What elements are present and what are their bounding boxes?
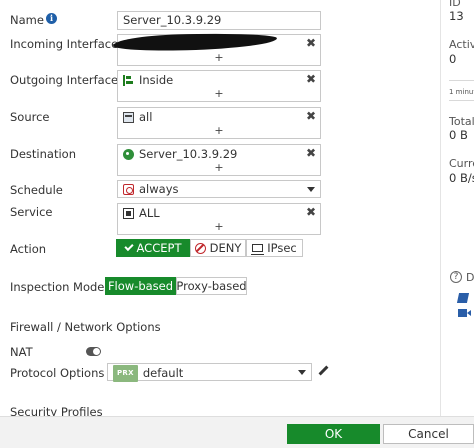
help-icon[interactable]: ? xyxy=(450,271,462,283)
proxy-based-button[interactable]: Proxy-based xyxy=(176,277,247,295)
destination-label: Destination xyxy=(10,147,76,161)
schedule-icon xyxy=(123,184,134,195)
video-icon[interactable] xyxy=(458,309,471,317)
add-icon[interactable]: + xyxy=(118,88,320,100)
total-bytes-value: 0 B xyxy=(449,128,468,142)
ipsec-label: IPsec xyxy=(267,241,297,255)
remove-icon[interactable]: ✖ xyxy=(306,205,316,219)
schedule-label: Schedule xyxy=(10,183,63,197)
inspection-mode-label: Inspection Mode xyxy=(10,280,105,294)
chevron-down-icon xyxy=(307,187,315,192)
service-value: ALL xyxy=(139,206,160,220)
outgoing-interface-value: Inside xyxy=(139,73,174,87)
active-sessions-label: Activ xyxy=(449,38,474,51)
service-icon xyxy=(123,207,134,219)
source-label: Source xyxy=(10,110,50,124)
remove-icon[interactable]: ✖ xyxy=(306,72,316,86)
accept-label: ACCEPT xyxy=(136,241,182,255)
flow-based-label: Flow-based xyxy=(107,279,174,293)
info-icon[interactable]: i xyxy=(46,13,57,24)
proxy-badge: PRX xyxy=(113,365,138,382)
panel-separator xyxy=(449,80,474,81)
check-icon xyxy=(123,241,134,252)
outgoing-interface-label: Outgoing Interface xyxy=(10,73,119,87)
protocol-options-value: default xyxy=(142,366,184,380)
service-select[interactable]: ALL ✖ + xyxy=(117,203,321,235)
name-input[interactable]: Server_10.3.9.29 xyxy=(117,11,321,30)
source-select[interactable]: all ✖ + xyxy=(117,107,321,139)
nat-label: NAT xyxy=(10,345,33,359)
book-icon[interactable] xyxy=(456,293,470,303)
current-bandwidth-label: Curre xyxy=(449,157,474,170)
firewall-network-options-heading: Firewall / Network Options xyxy=(10,320,161,334)
action-ipsec-button[interactable]: IPsec xyxy=(246,239,303,257)
add-icon[interactable]: + xyxy=(118,221,320,233)
nat-toggle[interactable] xyxy=(86,347,101,356)
destination-select[interactable]: Server_10.3.9.29 ✖ + xyxy=(117,144,321,176)
name-label: Name xyxy=(10,13,44,27)
remove-icon[interactable]: ✖ xyxy=(306,109,316,123)
source-value: all xyxy=(139,110,153,124)
policy-id-label: ID xyxy=(449,0,461,9)
active-sessions-value: 0 xyxy=(449,52,457,66)
proxy-based-label: Proxy-based xyxy=(176,279,247,293)
action-label: Action xyxy=(10,242,47,256)
add-icon[interactable]: + xyxy=(118,52,320,64)
panel-separator xyxy=(449,100,474,101)
protocol-options-select[interactable]: PRX default xyxy=(107,363,312,382)
chevron-down-icon xyxy=(298,370,306,375)
remove-icon[interactable]: ✖ xyxy=(306,146,316,160)
outgoing-interface-select[interactable]: Inside ✖ + xyxy=(117,70,321,102)
current-bandwidth-value: 0 B/s xyxy=(449,171,474,185)
deny-label: DENY xyxy=(209,241,242,255)
minute-label: 1 minute xyxy=(449,88,474,96)
incoming-interface-label: Incoming Interface xyxy=(10,37,119,51)
action-accept-button[interactable]: ACCEPT xyxy=(116,239,190,257)
flow-based-button[interactable]: Flow-based xyxy=(105,277,176,295)
documentation-label[interactable]: D xyxy=(466,271,474,284)
schedule-select[interactable]: always xyxy=(117,180,321,198)
edit-pencil-icon[interactable] xyxy=(318,366,329,377)
policy-id-value: 13 xyxy=(449,9,464,23)
total-bytes-label: Total xyxy=(449,115,474,128)
action-deny-button[interactable]: DENY xyxy=(190,239,246,257)
cancel-button[interactable]: Cancel xyxy=(383,424,474,444)
deny-icon xyxy=(194,242,206,254)
address-icon xyxy=(123,111,134,123)
destination-value: Server_10.3.9.29 xyxy=(139,147,238,161)
monitor-icon xyxy=(251,244,265,255)
service-label: Service xyxy=(10,205,53,219)
ok-button[interactable]: OK xyxy=(287,424,380,444)
schedule-value: always xyxy=(139,182,179,196)
panel-divider xyxy=(440,0,441,448)
add-icon[interactable]: + xyxy=(118,162,320,174)
protocol-options-label: Protocol Options xyxy=(10,366,105,380)
add-icon[interactable]: + xyxy=(118,125,320,137)
remove-icon[interactable]: ✖ xyxy=(306,36,316,50)
interface-icon xyxy=(123,74,134,86)
vip-icon xyxy=(123,148,134,160)
